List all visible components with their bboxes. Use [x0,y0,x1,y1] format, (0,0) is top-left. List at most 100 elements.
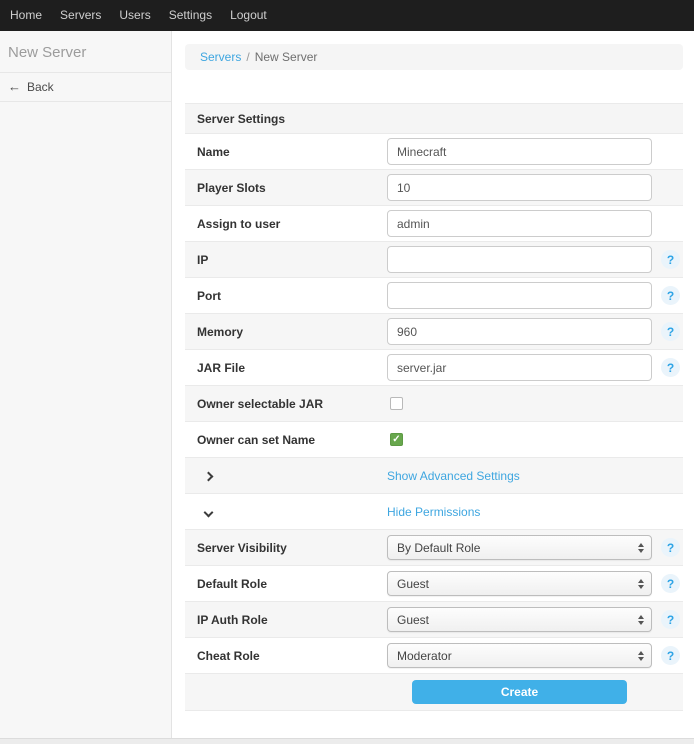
submit-zone: Create [387,680,652,704]
field-control: Guest [387,571,652,596]
memory-help-icon[interactable]: ? [661,322,680,341]
back-arrow-icon: ← [8,79,21,94]
nav-item-logout[interactable]: Logout [221,0,276,31]
select-stepper-icon [638,579,644,589]
jar-file-help-icon[interactable]: ? [661,358,680,377]
accordion-chevron-cell [185,469,387,483]
default-role-help-icon[interactable]: ? [661,574,680,593]
field-row-name: Name [185,134,683,170]
field-control: Guest [387,607,652,632]
field-control [387,318,652,345]
field-label: Port [185,289,387,303]
field-row-memory: Memory? [185,314,683,350]
field-row-ip: IP? [185,242,683,278]
cheat-role-help-icon[interactable]: ? [661,646,680,665]
chevron-down-icon[interactable] [204,507,214,517]
field-control: ✓ [387,433,652,446]
field-row-default-role: Default Role Guest? [185,566,683,602]
field-control [387,397,652,410]
create-button[interactable]: Create [412,680,627,704]
page-title: New Server [0,31,171,73]
field-control: Moderator [387,643,652,668]
field-label: Player Slots [185,181,387,195]
name-input[interactable] [387,138,652,165]
field-label: Assign to user [185,217,387,231]
nav-item-users[interactable]: Users [110,0,159,31]
field-control [387,246,652,273]
accordion-link-cell: Show Advanced Settings [387,469,652,483]
select-value: By Default Role [397,541,480,555]
select-stepper-icon [638,651,644,661]
field-label: Server Visibility [185,541,387,555]
field-label: Cheat Role [185,649,387,663]
field-label: Name [185,145,387,159]
back-link-label: Back [27,80,54,94]
field-control [387,138,652,165]
field-row-owner-can-set-name: Owner can set Name ✓ [185,422,683,458]
select-value: Guest [397,577,429,591]
port-input[interactable] [387,282,652,309]
field-control [387,174,652,201]
memory-input[interactable] [387,318,652,345]
field-row-ip-auth-role: IP Auth Role Guest? [185,602,683,638]
breadcrumb: Servers / New Server [185,44,683,70]
server-settings-form: Server Settings Name Player Slots Assign to… [185,103,683,711]
field-row-server-visibility: Server Visibility By Default Role? [185,530,683,566]
nav-item-servers[interactable]: Servers [51,0,110,31]
select-value: Guest [397,613,429,627]
player-slots-input[interactable] [387,174,652,201]
nav-item-home[interactable]: Home [1,0,51,31]
field-control [387,210,652,237]
owner-can-set-name-checkbox[interactable]: ✓ [390,433,403,446]
select-value: Moderator [397,649,452,663]
accordion-link-cell: Hide Permissions [387,505,652,519]
sidebar: New Server ← Back [0,31,172,738]
owner-selectable-jar-checkbox[interactable] [390,397,403,410]
main-content: Servers / New Server Server Settings Name… [172,31,694,738]
breadcrumb-current: New Server [255,50,318,64]
field-row-assign-to-user: Assign to user [185,206,683,242]
ip-auth-role-select[interactable]: Guest [387,607,652,632]
field-control: By Default Role [387,535,652,560]
field-label: IP Auth Role [185,613,387,627]
assign-to-user-input[interactable] [387,210,652,237]
field-label: Default Role [185,577,387,591]
ip-auth-role-help-icon[interactable]: ? [661,610,680,629]
field-label: Owner can set Name [185,433,387,447]
default-role-select[interactable]: Guest [387,571,652,596]
submit-row: Create [185,674,683,711]
top-navbar: HomeServersUsersSettingsLogout [0,0,694,31]
field-label: Memory [185,325,387,339]
field-row-show-advanced-settings: Show Advanced Settings [185,458,683,494]
bottom-strip [0,738,694,744]
chevron-right-icon[interactable] [204,471,214,481]
ip-help-icon[interactable]: ? [661,250,680,269]
field-row-jar-file: JAR File? [185,350,683,386]
form-section-header: Server Settings [185,104,683,134]
ip-input[interactable] [387,246,652,273]
field-label: JAR File [185,361,387,375]
jar-file-input[interactable] [387,354,652,381]
breadcrumb-link-servers[interactable]: Servers [200,50,241,64]
field-row-cheat-role: Cheat Role Moderator? [185,638,683,674]
hide-permissions-link[interactable]: Hide Permissions [387,505,480,519]
back-link[interactable]: ← Back [0,73,171,102]
field-row-player-slots: Player Slots [185,170,683,206]
port-help-icon[interactable]: ? [661,286,680,305]
accordion-chevron-cell [185,505,387,519]
cheat-role-select[interactable]: Moderator [387,643,652,668]
nav-item-settings[interactable]: Settings [160,0,221,31]
show-advanced-settings-link[interactable]: Show Advanced Settings [387,469,520,483]
field-label: Owner selectable JAR [185,397,387,411]
field-label: IP [185,253,387,267]
breadcrumb-separator: / [246,50,249,64]
field-control [387,354,652,381]
select-stepper-icon [638,543,644,553]
server-visibility-help-icon[interactable]: ? [661,538,680,557]
field-row-owner-selectable-jar: Owner selectable JAR [185,386,683,422]
checkmark-icon: ✓ [392,434,400,445]
select-stepper-icon [638,615,644,625]
server-visibility-select[interactable]: By Default Role [387,535,652,560]
field-row-port: Port? [185,278,683,314]
field-control [387,282,652,309]
